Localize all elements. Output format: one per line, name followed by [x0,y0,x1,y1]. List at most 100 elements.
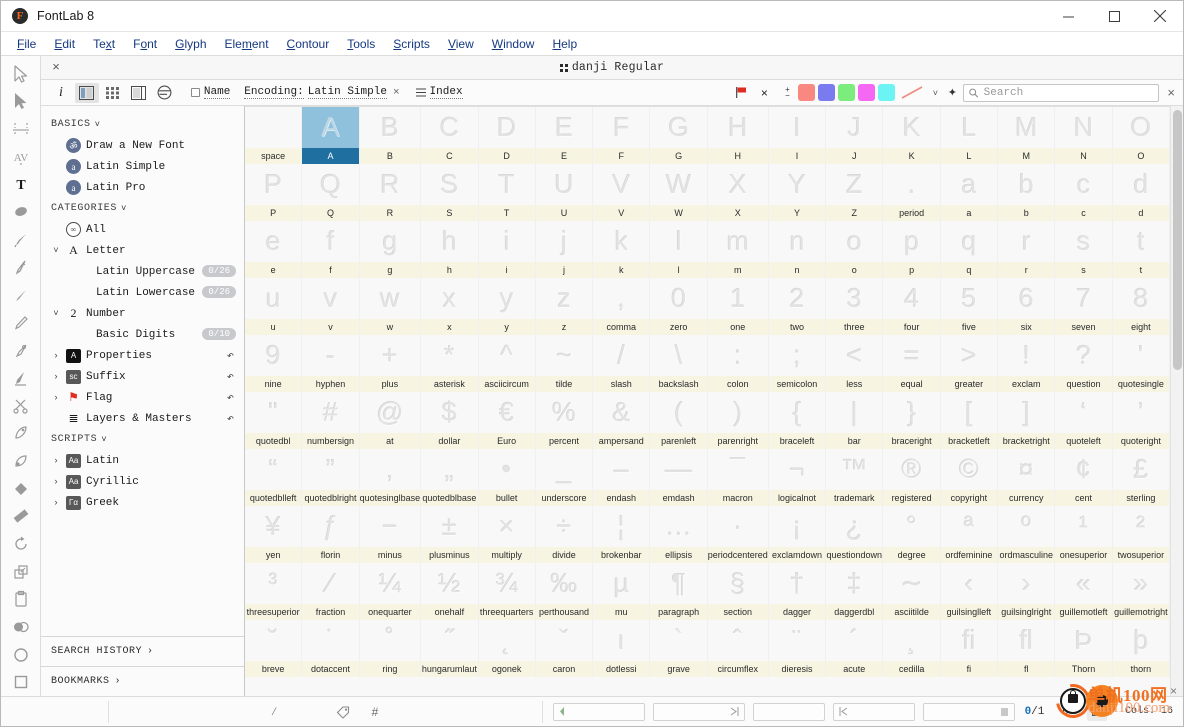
menu-font[interactable]: Font [124,35,166,53]
panel-item-draw-a-new-font[interactable]: ›ॐDraw a New Font [41,135,244,156]
glyph-cell[interactable]: vv [302,278,360,335]
glyph-cell[interactable]: | bar [826,392,884,449]
glyph-cell[interactable]: HH [707,107,769,164]
glyph-cell[interactable]: AA [302,107,360,164]
pencil-tool[interactable] [5,309,37,337]
section-header-categories[interactable]: CATEGORIES ˅ [41,198,244,219]
glyph-cell[interactable]: ⁄ fraction [302,563,360,620]
glyph-cell[interactable]: “ quotedblleft [245,449,303,506]
expand-arrow-icon[interactable]: › [51,498,61,508]
knife-tool[interactable] [5,420,37,448]
menu-file[interactable]: File [8,35,45,53]
menu-help[interactable]: Help [543,35,586,53]
glyph-cell[interactable]: , comma [593,278,651,335]
glyph-cell[interactable]: KK [883,107,941,164]
glyph-cell[interactable]: ff [302,221,360,278]
menu-tools[interactable]: Tools [338,35,384,53]
glyph-cell[interactable]: > greater [940,335,999,392]
panel-item-basic-digits[interactable]: ›Basic Digits0/10 [41,324,244,345]
panel-item-latin-lowercase[interactable]: ›Latin Lowercase0/26 [41,282,244,303]
encoding-clear-button[interactable]: × [391,87,402,99]
glyph-cell[interactable]: ¶ paragraph [650,563,708,620]
menu-element[interactable]: Element [216,35,278,53]
glyph-cell[interactable]: ] bracketright [998,392,1056,449]
expand-arrow-icon[interactable]: › [51,372,61,382]
panel-item-properties[interactable]: › A Properties ↶ [41,345,244,366]
paintbucket-tool[interactable] [5,475,37,503]
expand-arrow-icon[interactable]: › [51,477,61,487]
chevron-down-icon[interactable]: ˅ [101,435,107,445]
minus-mark[interactable]: − [785,91,790,99]
glyph-cell[interactable]: ‰ perthousand [535,563,594,620]
arrow-tool[interactable] [5,60,37,88]
glyph-cell[interactable]: † dagger [768,563,827,620]
glyph-cell[interactable]: $ dollar [421,392,479,449]
measure-tool[interactable] [5,503,37,531]
glyph-cell[interactable]: ZZ [826,164,884,221]
panel-item-number[interactable]: ˅ 2 Number [41,303,244,324]
info-button[interactable]: i [45,85,73,101]
chevron-down-icon[interactable]: ˅ [95,120,101,130]
view-panel-button[interactable] [74,82,99,103]
glyph-cell[interactable]: Þ Thorn [1055,620,1113,677]
glyph-cell[interactable]: £ sterling [1112,449,1170,506]
status-field-kerning[interactable] [922,702,1015,721]
text-tool[interactable]: T [5,171,37,199]
maximize-button[interactable] [1091,1,1137,32]
close-panel-button[interactable]: × [1163,85,1175,100]
glyph-cell[interactable]: uu [245,278,303,335]
glyph-cell[interactable]: 8 eight [1112,278,1170,335]
rotate-tool[interactable] [5,530,37,558]
transform-tool[interactable] [5,558,37,586]
panel-item-cyrillic[interactable]: › Аа Cyrillic [41,471,244,492]
glyph-cell[interactable]: ¹ onesuperior [1055,506,1113,563]
glyph-cell[interactable]: ® registered [883,449,941,506]
glyph-cell[interactable]: ˘ breve [245,620,303,677]
glyph-cell[interactable]: 7 seven [1055,278,1113,335]
glyph-cell[interactable]: \ backslash [650,335,708,392]
glyph-cell[interactable]: — emdash [650,449,708,506]
minimize-button[interactable] [1045,1,1091,32]
clear-mark-button[interactable]: × [752,83,776,103]
status-field-advance[interactable] [652,702,745,721]
glyph-cell[interactable]: hh [421,221,479,278]
glyph-cell[interactable]: © copyright [940,449,999,506]
glyph-cell[interactable]: ~ tilde [535,335,594,392]
glyph-cell[interactable]: SS [421,164,479,221]
glyph-cell[interactable]: = equal [883,335,941,392]
menu-contour[interactable]: Contour [278,35,339,53]
glyph-cell[interactable]: (parenleft [650,392,708,449]
rectangle-tool[interactable] [5,668,37,696]
glyph-cell[interactable]: _ underscore [535,449,594,506]
glyph-cell[interactable]: ii [478,221,536,278]
mark-swatch-4[interactable] [858,84,876,101]
glyph-cell[interactable]: ” quotedblright [302,449,360,506]
glyph-cell[interactable]: PP [245,164,303,221]
glyph-cell[interactable]: : colon [707,335,769,392]
glyph-cell[interactable]: dd [1112,164,1170,221]
glyph-cell[interactable]: × multiply [478,506,536,563]
glyph-cell[interactable]: 4 four [883,278,941,335]
glyph-cell[interactable]: § section [707,563,769,620]
custom-color-button[interactable] [899,84,925,101]
name-toggle[interactable]: Name [190,86,231,99]
plusminus-marks[interactable]: + − [780,85,794,99]
mark-swatch-5[interactable] [878,84,896,101]
mark-swatch-2[interactable] [818,84,836,101]
expand-arrow-icon[interactable]: ˅ [51,309,61,319]
glyph-cell[interactable]: EE [535,107,594,164]
fill-tool[interactable] [5,364,37,392]
glyph-cell[interactable]: BB [359,107,422,164]
glyph-cell[interactable]: ^ asciicircum [478,335,536,392]
chevron-right-icon[interactable]: › [115,676,122,687]
menu-scripts[interactable]: Scripts [384,35,439,53]
glyph-cell[interactable]: bb [998,164,1056,221]
glyph-cell[interactable]: ˚ ring [359,620,422,677]
glyph-cell[interactable]: ‡ daggerdbl [826,563,884,620]
glyph-cell[interactable]: ` grave [650,620,708,677]
revert-icon[interactable]: ↶ [227,369,234,384]
mark-swatch-1[interactable] [798,84,816,101]
glyph-cell[interactable]: + plus [359,335,422,392]
ellipse-tool[interactable] [5,641,37,669]
brush-tool[interactable] [5,226,37,254]
